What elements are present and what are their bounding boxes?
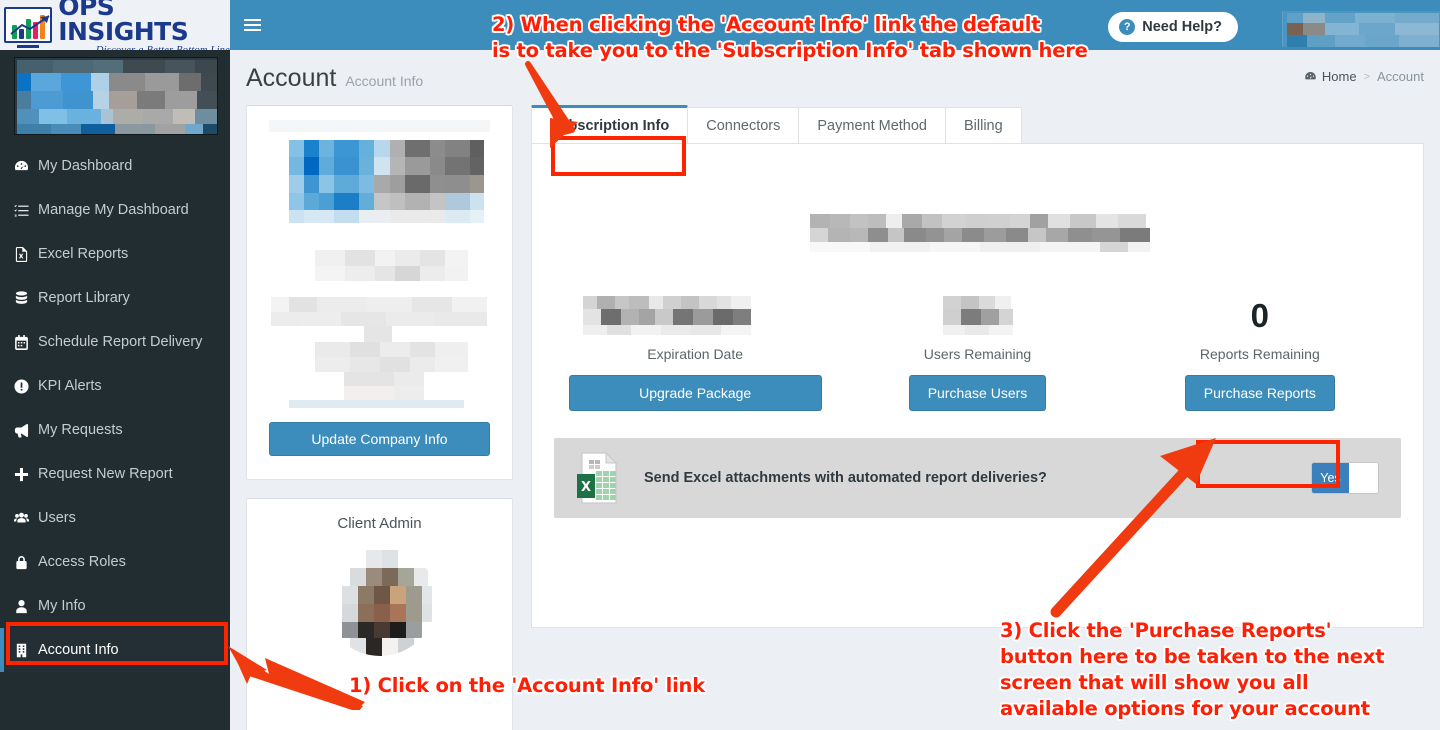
sidebar-item-label: My Requests [38, 422, 123, 438]
sidebar-item-access-roles[interactable]: Access Roles [0, 540, 230, 584]
breadcrumb-home[interactable]: Home [1304, 69, 1357, 84]
main-content: Account Account Info Home > Account Upda… [230, 50, 1440, 730]
stat-label: Users Remaining [923, 346, 1032, 362]
sidebar-nav: My Dashboard Manage My Dashboard Excel R… [0, 144, 230, 672]
stat-label: Expiration Date [647, 346, 744, 362]
sidebar-item-report-library[interactable]: Report Library [0, 276, 230, 320]
need-help-label: Need Help? [1142, 19, 1222, 35]
breadcrumb: Home > Account [1304, 69, 1424, 84]
excel-attachment-toggle[interactable]: Yes [1311, 462, 1379, 494]
brand-name: OPS INSIGHTS [58, 0, 189, 46]
client-admin-card: Client Admin [246, 498, 513, 730]
exclamation-circle-icon [14, 378, 38, 394]
sidebar-item-request-new-report[interactable]: Request New Report [0, 452, 230, 496]
sidebar-item-my-requests[interactable]: My Requests [0, 408, 230, 452]
company-info-blurred [269, 120, 490, 416]
bullhorn-icon [14, 423, 38, 438]
tab-billing[interactable]: Billing [945, 107, 1022, 143]
excel-attachment-option-row: X Send Excel attachments with automated … [554, 438, 1401, 518]
brand-tagline: Discover a Better Bottom Line [58, 45, 230, 50]
excel-attachment-question: Send Excel attachments with automated re… [644, 470, 1047, 486]
toggle-on-label: Yes [1312, 463, 1349, 493]
page-title: Account [246, 64, 337, 92]
stat-reports-remaining: 0 Reports Remaining Purchase Reports [1119, 292, 1401, 411]
file-excel-icon [14, 246, 38, 262]
page-header: Account Account Info Home > Account [230, 50, 1440, 105]
users-icon [14, 511, 38, 526]
sidebar-item-label: Account Info [38, 642, 119, 658]
subscription-stats: Expiration Date Upgrade Package Users Re… [554, 292, 1401, 411]
tab-payment-method[interactable]: Payment Method [798, 107, 946, 143]
sidebar-item-label: KPI Alerts [38, 378, 102, 394]
stat-expiration-date: Expiration Date Upgrade Package [554, 292, 836, 411]
right-column: Subscription Info Connectors Payment Met… [531, 105, 1424, 628]
client-admin-avatar-blurred [323, 544, 436, 656]
gauge-icon [14, 159, 38, 174]
trend-arrow-icon [10, 15, 50, 35]
brand-logo[interactable]: OPS INSIGHTS Discover a Better Bottom Li… [0, 0, 230, 50]
sidebar-item-users[interactable]: Users [0, 496, 230, 540]
company-info-card: Update Company Info [246, 105, 513, 480]
sidebar-banner-blurred [14, 57, 218, 135]
sidebar-item-label: Report Library [38, 290, 130, 306]
sidebar-item-account-info[interactable]: Account Info [0, 628, 230, 672]
sidebar-item-label: Access Roles [38, 554, 126, 570]
dashboard-icon [1305, 72, 1316, 80]
sidebar: OPS INSIGHTS Discover a Better Bottom Li… [0, 0, 230, 730]
breadcrumb-home-label: Home [1321, 69, 1357, 84]
sidebar-item-label: My Dashboard [38, 158, 133, 174]
upgrade-package-button[interactable]: Upgrade Package [568, 375, 822, 411]
purchase-reports-button[interactable]: Purchase Reports [1184, 375, 1335, 411]
building-icon [14, 643, 38, 658]
sidebar-item-schedule-report-delivery[interactable]: Schedule Report Delivery [0, 320, 230, 364]
tab-subscription-info[interactable]: Subscription Info [531, 105, 689, 143]
users-remaining-value-blurred [836, 292, 1118, 340]
breadcrumb-separator: > [1363, 70, 1371, 83]
sidebar-item-label: Users [38, 510, 76, 526]
list-check-icon [14, 203, 38, 218]
top-header-bar: ? Need Help? [230, 0, 1440, 50]
hamburger-icon[interactable] [244, 13, 268, 37]
user-menu-blurred[interactable] [1282, 11, 1440, 47]
subscription-banner-blurred [791, 208, 1164, 254]
sidebar-item-my-info[interactable]: My Info [0, 584, 230, 628]
reports-remaining-value: 0 [1250, 297, 1269, 334]
user-icon [14, 599, 38, 614]
plus-icon [14, 467, 38, 482]
sidebar-item-kpi-alerts[interactable]: KPI Alerts [0, 364, 230, 408]
stat-users-remaining: Users Remaining Purchase Users [836, 292, 1118, 411]
sidebar-item-excel-reports[interactable]: Excel Reports [0, 232, 230, 276]
chart-logo-icon [4, 7, 53, 43]
subscription-info-panel: Expiration Date Upgrade Package Users Re… [531, 143, 1424, 628]
sidebar-item-label: Schedule Report Delivery [38, 334, 203, 350]
app-root: OPS INSIGHTS Discover a Better Bottom Li… [0, 0, 1440, 730]
sidebar-item-label: Excel Reports [38, 246, 129, 262]
purchase-users-button[interactable]: Purchase Users [908, 375, 1047, 411]
toggle-knob [1349, 463, 1378, 493]
stat-label: Reports Remaining [1199, 346, 1320, 362]
sidebar-item-manage-my-dashboard[interactable]: Manage My Dashboard [0, 188, 230, 232]
svg-text:X: X [581, 480, 591, 495]
sidebar-item-label: Manage My Dashboard [38, 202, 189, 218]
content-columns: Update Company Info Client Admin Subscri… [230, 105, 1440, 730]
sidebar-item-my-dashboard[interactable]: My Dashboard [0, 144, 230, 188]
lock-icon [14, 555, 38, 570]
expiration-date-value-blurred [554, 292, 836, 340]
update-company-info-button[interactable]: Update Company Info [269, 422, 490, 456]
account-tabs: Subscription Info Connectors Payment Met… [531, 105, 1424, 143]
sidebar-item-label: Request New Report [38, 466, 173, 482]
sidebar-item-label: My Info [38, 598, 86, 614]
page-subtitle: Account Info [345, 73, 424, 89]
calendar-icon [14, 334, 38, 350]
left-column: Update Company Info Client Admin [246, 105, 513, 730]
breadcrumb-current: Account [1377, 69, 1424, 84]
database-icon [14, 290, 38, 306]
client-admin-title: Client Admin [337, 515, 422, 532]
question-circle-icon: ? [1119, 19, 1136, 35]
need-help-button[interactable]: ? Need Help? [1108, 12, 1238, 42]
tab-connectors[interactable]: Connectors [687, 107, 800, 143]
excel-file-icon: X [576, 451, 622, 504]
